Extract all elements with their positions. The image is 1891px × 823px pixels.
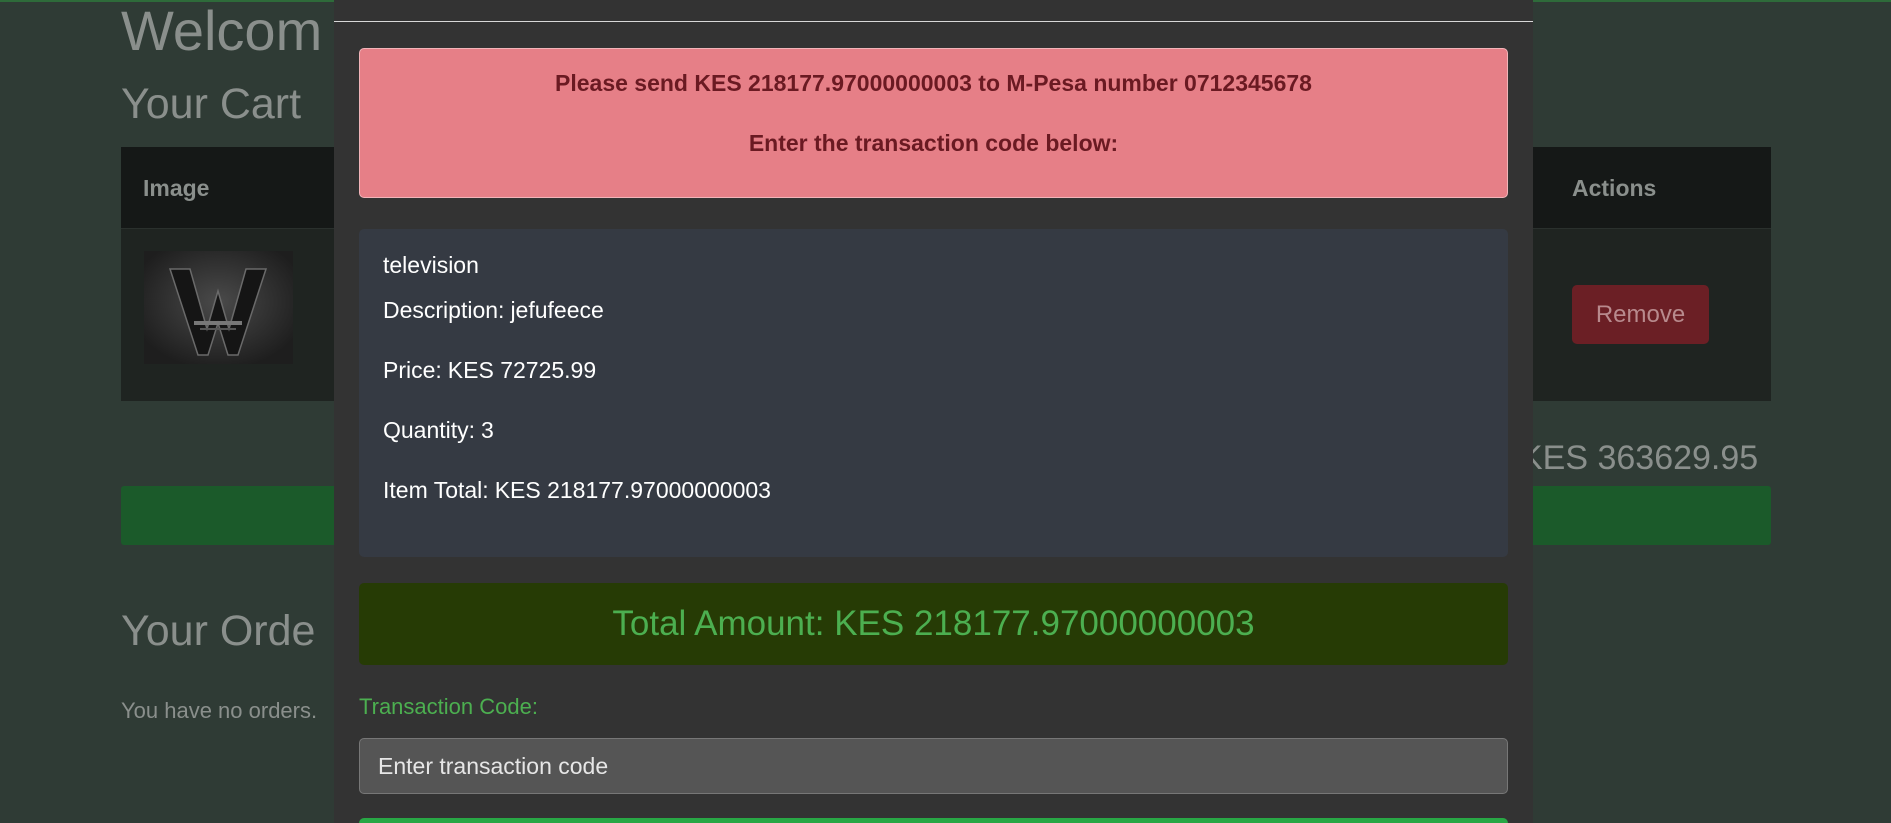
item-description-label: Description: xyxy=(383,297,505,323)
submit-payment-button[interactable] xyxy=(359,818,1508,823)
item-quantity-value: 3 xyxy=(481,417,494,443)
payment-instruction-text: Please send KES 218177.97000000003 to M-… xyxy=(555,70,1312,96)
cart-total: KES 363629.95 xyxy=(1520,439,1759,477)
item-description: Description: jefufeece xyxy=(383,297,604,324)
payment-modal: Please send KES 218177.97000000003 to M-… xyxy=(334,0,1533,823)
column-header-image: Image xyxy=(143,175,210,201)
product-thumbnail xyxy=(144,251,293,364)
item-description-value: jefufeece xyxy=(510,297,604,323)
no-orders-text: You have no orders. xyxy=(121,698,318,723)
cart-heading: Your Cart xyxy=(121,80,302,128)
column-header-actions: Actions xyxy=(1572,175,1657,201)
payment-instruction-alert: Please send KES 218177.97000000003 to M-… xyxy=(359,48,1508,198)
item-price-label: Price: xyxy=(383,357,442,383)
item-name: television xyxy=(383,252,479,278)
item-total: Item Total: KES 218177.97000000003 xyxy=(383,477,771,504)
total-amount: Total Amount: KES 218177.97000000003 xyxy=(359,583,1508,665)
item-price-value: KES 72725.99 xyxy=(447,357,597,383)
remove-button[interactable]: Remove xyxy=(1572,285,1709,344)
item-quantity: Quantity: 3 xyxy=(383,417,494,444)
item-total-label: Item Total: xyxy=(383,477,489,503)
item-quantity-label: Quantity: xyxy=(383,417,476,443)
modal-header-divider xyxy=(334,21,1533,22)
orders-heading: Your Orde xyxy=(121,607,316,655)
welcome-heading: Welcom xyxy=(121,0,323,62)
item-total-value: KES 218177.97000000003 xyxy=(494,477,771,503)
item-price: Price: KES 72725.99 xyxy=(383,357,596,384)
transaction-code-prompt: Enter the transaction code below: xyxy=(748,130,1119,156)
transaction-code-input[interactable] xyxy=(359,738,1508,794)
order-item-card: television Description: jefufeece Price: K… xyxy=(359,229,1508,557)
transaction-code-label: Transaction Code: xyxy=(359,694,538,719)
